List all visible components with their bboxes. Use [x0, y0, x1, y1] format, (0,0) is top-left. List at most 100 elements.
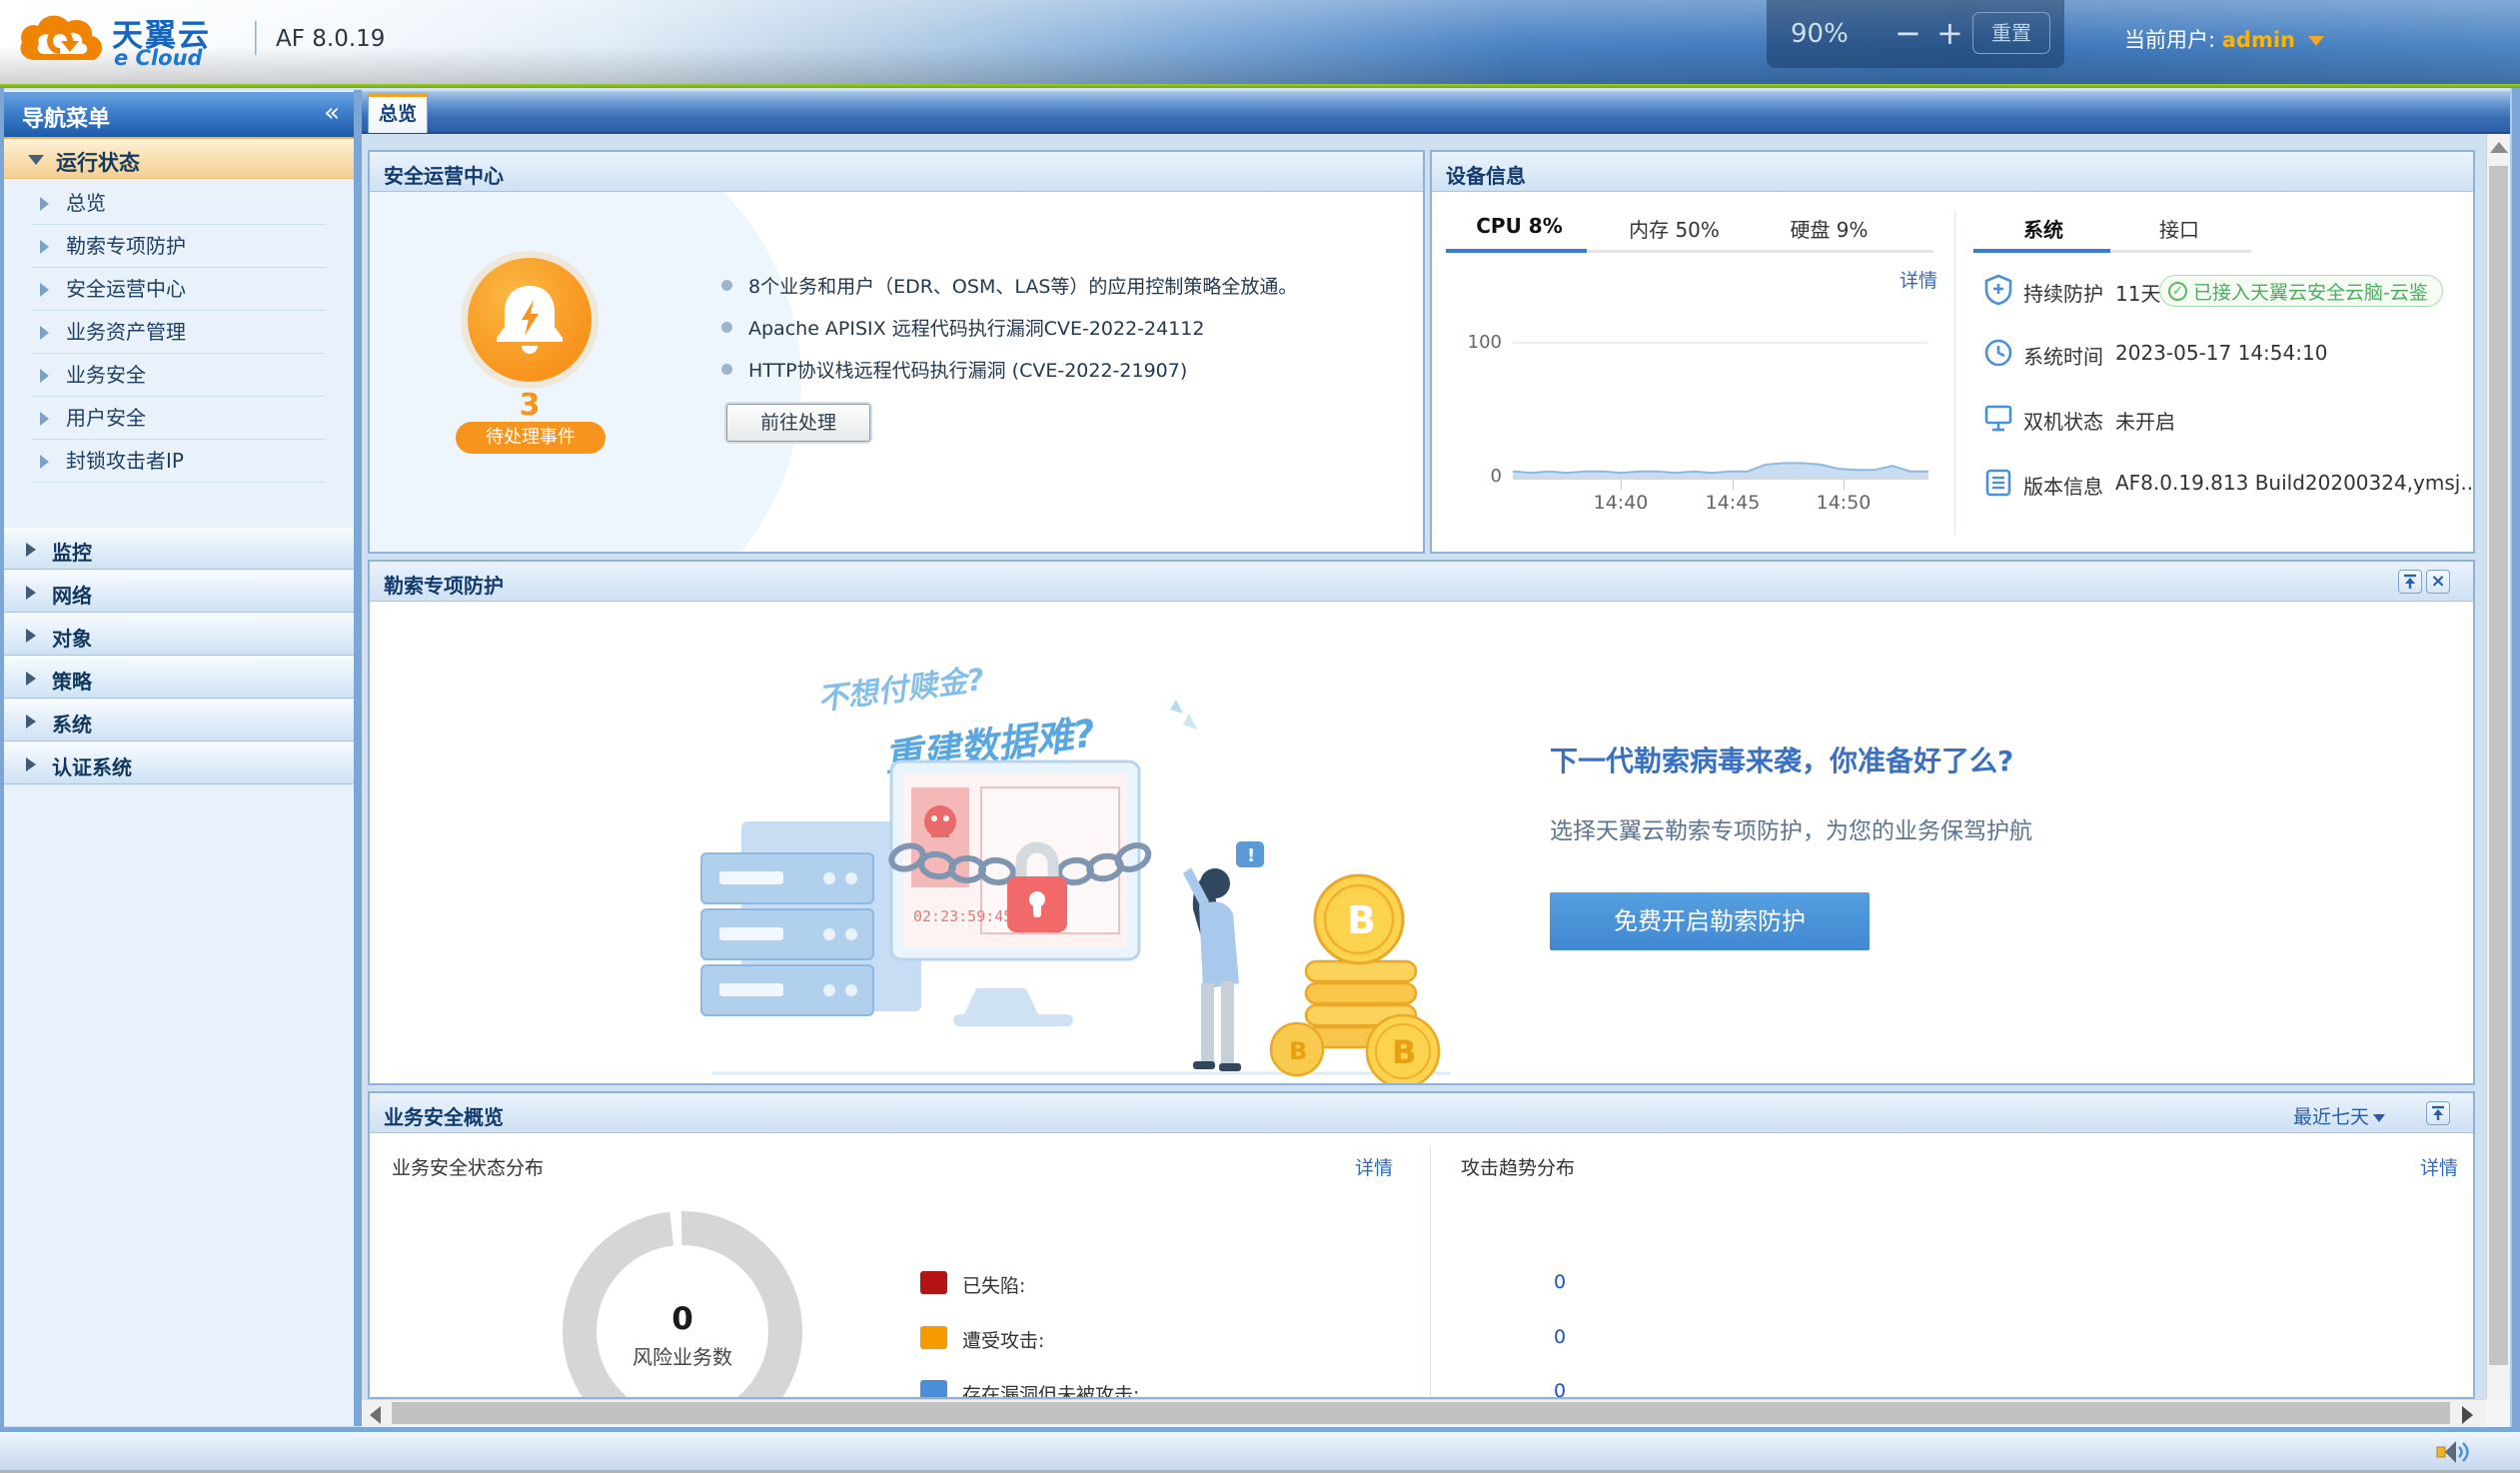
shield-plus-icon: [1983, 274, 2013, 306]
product-version: AF 8.0.19: [276, 26, 385, 52]
sidebar-item-business-security[interactable]: 业务安全: [32, 354, 326, 397]
panel-ransomware-protection: 勒索专项防护 × 不想付赎金? 重建数据难?: [368, 560, 2475, 1085]
bullet-dot-icon: [721, 280, 732, 291]
event-list: 8个业务和用户（EDR、OSM、LAS等）的应用控制策略全放通。 Apache …: [721, 264, 1297, 390]
sidebar-section-objects[interactable]: 对象: [4, 614, 354, 656]
sidebar-collapse-button[interactable]: «: [324, 98, 340, 128]
horizontal-scrollbar[interactable]: [362, 1399, 2486, 1427]
chevron-down-icon: [28, 155, 44, 165]
svg-text:B: B: [1347, 898, 1376, 942]
panel-body: 业务安全状态分布 详情 攻击趋势分布 详情 0 风险业务数 已失陷: 0 遭受攻…: [370, 1133, 2473, 1397]
time-range-selector[interactable]: 最近七天: [2293, 1102, 2385, 1129]
sidebar-divider: [354, 90, 362, 1426]
sidebar-section-network[interactable]: 网络: [4, 571, 354, 613]
tab-underline-active: [1973, 249, 2110, 253]
sidebar-collapsed-sections: 监控 网络 对象 策略 系统 认证系统: [4, 527, 354, 784]
x-tick: [1844, 480, 1845, 490]
zoom-reset-button[interactable]: 重置: [1972, 12, 2050, 54]
resource-tabs: CPU 8% 内存 50% 硬盘 9%: [1442, 214, 1906, 243]
current-user-menu[interactable]: 当前用户: admin: [2124, 24, 2324, 54]
legend-color-swatch: [920, 1326, 947, 1349]
info-row-version: 版本信息 AF8.0.19.813 Build20200324,ymsj...: [1955, 467, 2467, 503]
sidebar-item-overview[interactable]: 总览: [32, 182, 326, 225]
tab-underline-active: [1446, 249, 1587, 253]
risk-count-label: 风险业务数: [563, 1341, 802, 1370]
collapse-top-icon: [2427, 1102, 2449, 1124]
x-tick: [1621, 480, 1622, 490]
status-detail-link[interactable]: 详情: [1355, 1153, 1393, 1180]
sidebar-section-policies[interactable]: 策略: [4, 657, 354, 699]
slogan-line1: 不想付赎金?: [816, 663, 986, 718]
panel-inner-divider: [1430, 1147, 1431, 1397]
x-tick: [1733, 480, 1734, 490]
horizontal-scroll-thumb[interactable]: [392, 1402, 2450, 1424]
sidebar-section-running-status[interactable]: 运行状态: [4, 137, 354, 179]
cloud-connected-badge: ✓ 已接入天翼云安全云脑-云鉴: [2159, 275, 2443, 307]
collapse-to-top-button[interactable]: [2398, 570, 2422, 594]
tab-interface[interactable]: 接口: [2111, 214, 2247, 243]
sidebar-section-auth-system[interactable]: 认证系统: [4, 742, 354, 784]
x-tick-label: 14:40: [1581, 492, 1661, 514]
vertical-scrollbar[interactable]: [2486, 134, 2510, 1399]
sidebar-section-monitoring[interactable]: 监控: [4, 528, 354, 570]
brand-name-en: e Cloud: [114, 46, 203, 70]
clock-icon: [1983, 337, 2013, 369]
ransom-countdown: 02:23:59:45: [913, 907, 1012, 925]
panel-header: 设备信息: [1432, 152, 2473, 192]
panel-header: 业务安全概览 最近七天: [370, 1093, 2473, 1133]
device-detail-link[interactable]: 详情: [1899, 266, 1937, 293]
scroll-right-arrow[interactable]: [2462, 1406, 2473, 1424]
tab-system[interactable]: 系统: [1975, 214, 2111, 243]
speaker-icon[interactable]: [2435, 1438, 2469, 1466]
chevron-right-icon: [40, 240, 49, 254]
x-tick-label: 14:50: [1804, 492, 1884, 514]
legend-row-compromised: 已失陷: 0: [920, 1269, 1400, 1297]
bell-icon: [468, 258, 592, 382]
ransom-heading: 下一代勒索病毒来袭，你准备好了么?: [1550, 739, 2013, 779]
panel-security-operations-center: 安全运营中心 3 待处理事件 8个业务和用户（EDR、OSM、LAS等）的应用控…: [368, 150, 1425, 554]
sidebar-section-system[interactable]: 系统: [4, 700, 354, 741]
sidebar-item-block-attacker-ip[interactable]: 封锁攻击者IP: [32, 440, 326, 483]
zoom-in-button[interactable]: +: [1936, 14, 1963, 52]
legend-color-swatch: [920, 1380, 947, 1397]
brand-separator: |: [250, 16, 261, 56]
scroll-up-arrow[interactable]: [2490, 142, 2508, 153]
vertical-scroll-thumb[interactable]: [2489, 166, 2508, 1365]
tab-disk[interactable]: 硬盘 9%: [1752, 214, 1906, 243]
sidebar-item-user-security[interactable]: 用户安全: [32, 397, 326, 440]
window-frame-right: [2510, 88, 2520, 1432]
sidebar-item-asset-management[interactable]: 业务资产管理: [32, 311, 326, 354]
collapse-to-top-button[interactable]: [2426, 1101, 2450, 1125]
sidebar-title: 导航菜单: [22, 101, 110, 133]
legend-row-attacked: 遭受攻击: 0: [920, 1324, 1400, 1352]
enable-ransom-protection-button[interactable]: 免费开启勒索防护: [1550, 892, 1870, 950]
y-axis-max-label: 100: [1450, 332, 1502, 353]
pending-count: 3: [468, 388, 592, 423]
legend-row-vulnerable: 存在漏洞但未被攻击: 0: [920, 1378, 1400, 1397]
event-item: 8个业务和用户（EDR、OSM、LAS等）的应用控制策略全放通。: [721, 264, 1297, 306]
tab-memory[interactable]: 内存 50%: [1597, 214, 1752, 243]
sidebar-header: 导航菜单 «: [4, 92, 354, 137]
sidebar-item-security-operations[interactable]: 安全运营中心: [32, 268, 326, 311]
alert-bubble-graphic: !: [1236, 841, 1264, 867]
panel-device-info: 设备信息 CPU 8% 内存 50% 硬盘 9% 详情 100 0 14:40 …: [1430, 150, 2475, 554]
scroll-left-arrow[interactable]: [370, 1406, 381, 1424]
trend-detail-link[interactable]: 详情: [2420, 1153, 2458, 1180]
current-user-label: 当前用户:: [2124, 28, 2215, 52]
info-row-system-time: 系统时间 2023-05-17 14:54:10: [1955, 337, 2467, 373]
close-icon[interactable]: ×: [2426, 570, 2450, 594]
svg-text:B: B: [1392, 1033, 1416, 1071]
zoom-value: 90%: [1791, 19, 1849, 49]
panel-title: 业务安全概览: [384, 1101, 504, 1130]
top-bar: 天翼云 e Cloud | AF 8.0.19 90% − + 重置 当前用户:…: [0, 0, 2520, 84]
go-handle-button[interactable]: 前往处理: [726, 404, 870, 442]
cpu-usage-chart: [1513, 342, 1928, 480]
panel-title: 勒索专项防护: [384, 570, 504, 599]
tab-overview[interactable]: 总览: [368, 93, 428, 133]
zoom-out-button[interactable]: −: [1894, 14, 1921, 52]
scrollbar-corner: [2486, 1399, 2510, 1427]
info-row-protection: 持续防护 11天 ✓ 已接入天翼云安全云脑-云鉴: [1955, 274, 2467, 310]
panel-body: 3 待处理事件 8个业务和用户（EDR、OSM、LAS等）的应用控制策略全放通。…: [370, 192, 1423, 552]
sidebar-item-ransomware-protection[interactable]: 勒索专项防护: [32, 225, 326, 268]
tab-cpu[interactable]: CPU 8%: [1442, 214, 1597, 243]
